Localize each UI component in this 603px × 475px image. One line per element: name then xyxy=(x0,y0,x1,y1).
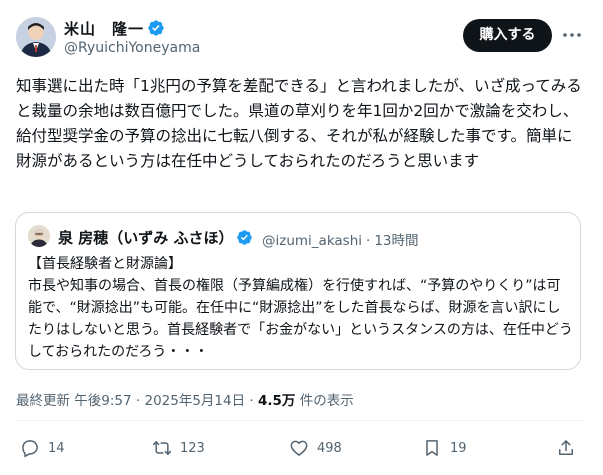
like-count: 498 xyxy=(317,440,342,456)
share-icon xyxy=(559,440,573,455)
verified-badge-icon xyxy=(148,20,164,36)
quoted-tweet[interactable]: 泉 房穂（いずみ ふさほ） @izumi_akashi · 13時間 【首長経験者と… xyxy=(15,212,581,370)
author-handle[interactable]: @RyuichiYoneyama xyxy=(64,40,200,56)
divider xyxy=(16,420,586,421)
quoted-author-handle: @izumi_akashi xyxy=(262,233,363,249)
like-button[interactable]: 498 xyxy=(289,433,342,463)
quoted-text: 【首長経験者と財源論】 市長や知事の場合、首長の権限（予算編成権）を行使すれば、… xyxy=(28,256,573,360)
tweet-header: 米山 隆一 @RyuichiYoneyama 購入する xyxy=(0,0,603,70)
reply-icon xyxy=(22,440,38,458)
quoted-author-name-text: 泉 房穂（いずみ ふさほ） xyxy=(58,229,234,247)
author-name-text[interactable]: 米山 隆一 xyxy=(64,20,144,38)
author-name[interactable]: 米山 隆一 xyxy=(64,18,165,39)
reply-button[interactable]: 14 xyxy=(20,433,65,463)
updated-time[interactable]: 最終更新 午後9:57 · 2025年5月14日 · xyxy=(16,393,258,409)
share-button[interactable] xyxy=(556,433,576,463)
repost-button[interactable]: 123 xyxy=(152,433,205,463)
bookmark-icon xyxy=(426,440,438,456)
bookmark-button[interactable]: 19 xyxy=(422,433,467,463)
quoted-time: 13時間 xyxy=(374,233,419,249)
tweet-text: 知事選に出た時「1兆円の予算を差配できる」と言われましたが、いざ成ってみると裁量… xyxy=(16,77,582,170)
heart-icon xyxy=(290,440,308,456)
subscribe-button[interactable]: 購入する xyxy=(463,19,552,52)
quoted-author-avatar xyxy=(28,225,50,247)
quoted-meta: @izumi_akashi · 13時間 xyxy=(262,229,423,249)
action-bar: 14 123 498 19 xyxy=(0,433,603,463)
repost-count: 123 xyxy=(180,440,205,456)
reply-count: 14 xyxy=(48,440,65,456)
tweet-timestamp: 最終更新 午後9:57 · 2025年5月14日 · 4.5万 件の表示 xyxy=(16,389,354,409)
more-options-icon[interactable] xyxy=(561,25,583,45)
views-label: 件の表示 xyxy=(295,393,354,409)
quoted-verified-badge-icon xyxy=(237,230,253,245)
quoted-author-name: 泉 房穂（いずみ ふさほ） xyxy=(58,227,253,248)
views-count: 4.5万 xyxy=(257,393,296,409)
author-avatar[interactable] xyxy=(16,17,56,57)
repost-icon xyxy=(152,441,172,455)
quoted-separator: · xyxy=(366,233,371,249)
bookmark-count: 19 xyxy=(450,440,467,456)
